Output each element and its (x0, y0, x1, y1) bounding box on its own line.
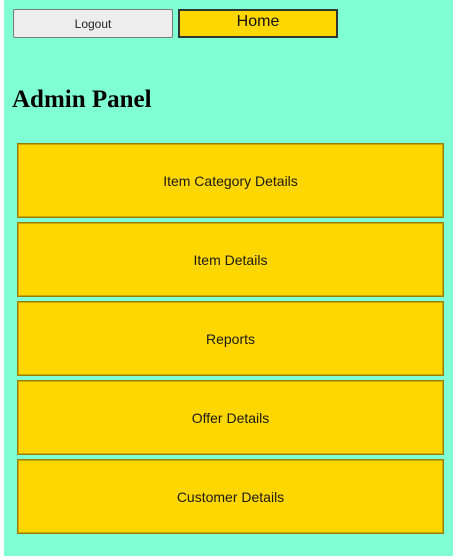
customer-details-button[interactable]: Customer Details (17, 459, 444, 534)
home-button[interactable]: Home (178, 9, 338, 38)
logout-button[interactable]: Logout (13, 9, 173, 38)
reports-button[interactable]: Reports (17, 301, 444, 376)
item-category-details-button[interactable]: Item Category Details (17, 143, 444, 218)
offer-details-button[interactable]: Offer Details (17, 380, 444, 455)
page-title: Admin Panel (12, 86, 152, 113)
admin-menu: Item Category Details Item Details Repor… (17, 143, 444, 538)
item-details-button[interactable]: Item Details (17, 222, 444, 297)
app-viewport: Logout Home Admin Panel Item Category De… (4, 0, 453, 556)
